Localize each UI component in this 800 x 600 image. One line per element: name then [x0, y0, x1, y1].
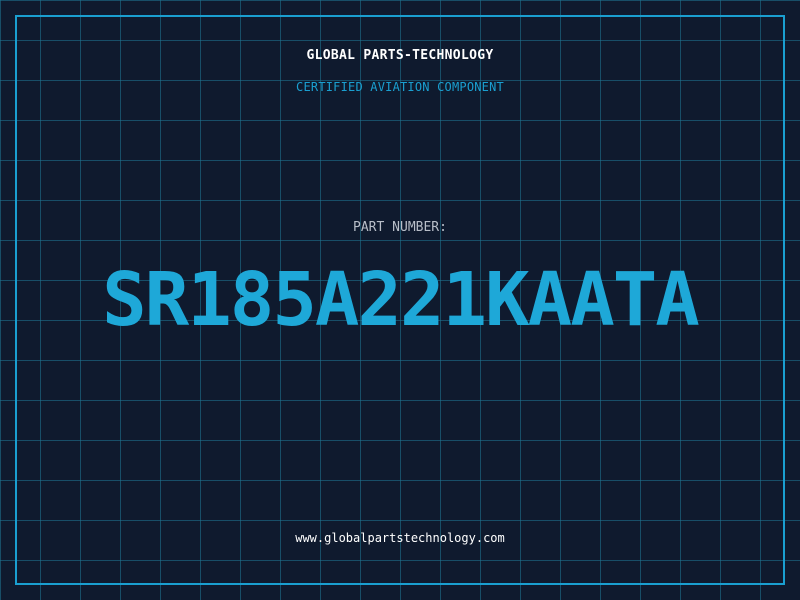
part-number-value: SR185A221KAATA — [102, 257, 700, 343]
tagline: CERTIFIED AVIATION COMPONENT — [296, 80, 504, 94]
website-url: www.globalpartstechnology.com — [295, 531, 505, 545]
part-label-card: GLOBAL PARTS-TECHNOLOGY CERTIFIED AVIATI… — [0, 0, 800, 600]
company-name: GLOBAL PARTS-TECHNOLOGY — [306, 48, 494, 63]
part-number-label: PART NUMBER: — [353, 220, 447, 235]
